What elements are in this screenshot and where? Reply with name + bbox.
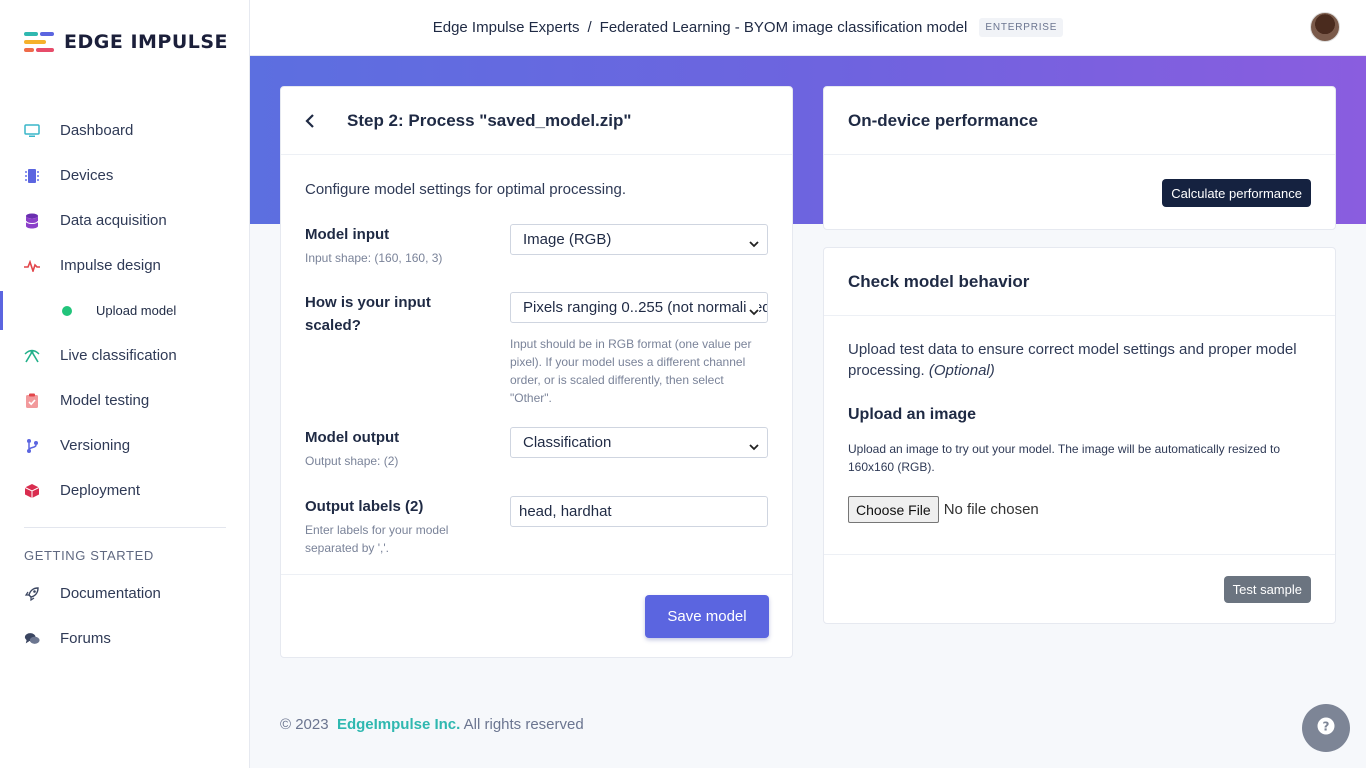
- chip-icon: [24, 168, 40, 184]
- sidebar-item-data-acquisition[interactable]: Data acquisition: [0, 198, 250, 243]
- branch-icon: [24, 438, 40, 454]
- check-desc-text: Upload test data to ensure correct model…: [848, 341, 1297, 379]
- rocket-icon: [24, 586, 40, 602]
- sidebar-nav: Dashboard Devices Data acquisition Impul…: [0, 108, 250, 661]
- sidebar-item-deployment[interactable]: Deployment: [0, 468, 250, 513]
- sidebar-item-model-testing[interactable]: Model testing: [0, 378, 250, 423]
- top-bar: Edge Impulse Experts / Federated Learnin…: [250, 0, 1366, 56]
- model-input-sublabel: Input shape: (160, 160, 3): [305, 251, 443, 265]
- sidebar-item-label: Model testing: [60, 392, 150, 409]
- model-output-select[interactable]: Classification: [510, 427, 768, 458]
- sidebar-item-live-classification[interactable]: Live classification: [0, 333, 250, 378]
- sidebar-item-label: Live classification: [60, 347, 177, 364]
- input-scaling-row: How is your input scaled? Pixels ranging…: [305, 291, 769, 405]
- section-title-getting-started: GETTING STARTED: [24, 548, 154, 563]
- chat-icon: [24, 631, 40, 647]
- avatar[interactable]: [1310, 12, 1340, 42]
- output-labels-input[interactable]: head, hardhat: [510, 496, 768, 527]
- model-input-select[interactable]: Image (RGB): [510, 224, 768, 255]
- choose-file-button[interactable]: Choose File: [848, 496, 939, 523]
- package-icon: [24, 483, 40, 499]
- footer-company-link[interactable]: EdgeImpulse Inc.: [337, 716, 460, 733]
- process-card-header: Step 2: Process "saved_model.zip": [281, 87, 792, 155]
- input-scaling-label: How is your input scaled?: [305, 294, 431, 334]
- check-card-description: Upload test data to ensure correct model…: [848, 339, 1318, 381]
- model-input-row: Model input Input shape: (160, 160, 3) I…: [305, 223, 769, 267]
- sidebar-item-dashboard[interactable]: Dashboard: [0, 108, 250, 153]
- page-footer: © 2023 EdgeImpulse Inc. All rights reser…: [280, 716, 584, 733]
- check-desc-optional: (Optional): [928, 362, 995, 379]
- sidebar-item-label: Devices: [60, 167, 114, 184]
- signal-icon: [24, 348, 40, 364]
- question-icon: ?: [1317, 717, 1335, 740]
- output-labels-label: Output labels (2): [305, 498, 424, 515]
- footer-copyright: © 2023: [280, 716, 329, 733]
- breadcrumb: Edge Impulse Experts / Federated Learnin…: [433, 18, 1064, 37]
- sidebar-item-devices[interactable]: Devices: [0, 153, 250, 198]
- chevron-down-icon: [746, 303, 759, 320]
- brand-logo[interactable]: EDGE IMPULSE: [24, 30, 228, 54]
- upload-image-description: Upload an image to try out your model. T…: [848, 442, 1280, 474]
- sidebar-item-upload-model[interactable]: Upload model: [0, 288, 250, 333]
- input-scaling-select[interactable]: Pixels ranging 0..255 (not normalized): [510, 292, 768, 323]
- model-output-label: Model output: [305, 429, 400, 446]
- sidebar-item-label: Impulse design: [60, 257, 161, 274]
- sidebar-item-forums[interactable]: Forums: [0, 616, 250, 661]
- pulse-icon: [24, 258, 40, 274]
- sidebar-item-label: Deployment: [60, 482, 141, 499]
- file-picker: Choose File No file chosen: [848, 496, 1039, 523]
- sidebar-item-label: Versioning: [60, 437, 131, 454]
- enterprise-badge: ENTERPRISE: [979, 18, 1064, 37]
- file-status-text: No file chosen: [943, 501, 1039, 518]
- breadcrumb-project[interactable]: Federated Learning - BYOM image classifi…: [600, 19, 968, 36]
- check-card-footer: Test sample: [824, 554, 1335, 624]
- sidebar-item-label: Dashboard: [60, 122, 134, 139]
- upload-image-heading: Upload an image: [848, 406, 977, 423]
- sidebar-item-documentation[interactable]: Documentation: [0, 571, 250, 616]
- monitor-icon: [24, 123, 40, 139]
- breadcrumb-org[interactable]: Edge Impulse Experts: [433, 19, 580, 36]
- process-card-title: Step 2: Process "saved_model.zip": [347, 110, 632, 130]
- chevron-down-icon: [749, 235, 759, 252]
- model-input-select-value: Image (RGB): [523, 231, 612, 248]
- sidebar: EDGE IMPULSE Dashboard Devices Data acqu…: [0, 0, 250, 768]
- model-output-sublabel: Output shape: (2): [305, 454, 399, 468]
- perf-card-title: On-device performance: [824, 87, 1335, 155]
- save-model-button[interactable]: Save model: [645, 595, 769, 638]
- output-labels-row: Output labels (2) Enter labels for your …: [305, 495, 769, 557]
- calculate-performance-button[interactable]: Calculate performance: [1162, 179, 1311, 207]
- database-icon: [24, 213, 40, 229]
- sidebar-item-label: Upload model: [96, 303, 177, 318]
- input-scaling-select-value: Pixels ranging 0..255 (not normalized): [523, 299, 768, 316]
- output-labels-sublabel: Enter labels for your model separated by…: [305, 523, 449, 555]
- model-output-row: Model output Output shape: (2) Classific…: [305, 426, 769, 470]
- model-output-select-value: Classification: [523, 434, 612, 451]
- help-button[interactable]: ?: [1302, 704, 1350, 752]
- clipboard-check-icon: [24, 393, 40, 409]
- input-scaling-hint: Input should be in RGB format (one value…: [510, 337, 752, 405]
- footer-rights: All rights reserved: [463, 716, 584, 733]
- check-model-behavior-card: Check model behavior Upload test data to…: [823, 247, 1336, 624]
- chevron-left-icon[interactable]: [305, 113, 323, 129]
- process-model-card: Step 2: Process "saved_model.zip" Config…: [280, 86, 793, 658]
- test-sample-button[interactable]: Test sample: [1223, 576, 1311, 603]
- sidebar-item-label: Documentation: [60, 585, 161, 602]
- check-card-title: Check model behavior: [824, 248, 1335, 316]
- process-card-footer: Save model: [281, 574, 792, 658]
- sidebar-item-versioning[interactable]: Versioning: [0, 423, 250, 468]
- sidebar-item-label: Forums: [60, 630, 111, 647]
- model-input-label: Model input: [305, 226, 390, 243]
- chevron-down-icon: [749, 438, 759, 455]
- logo-icon: [24, 30, 56, 54]
- process-intro-text: Configure model settings for optimal pro…: [305, 181, 626, 198]
- active-dot-icon: [62, 305, 72, 316]
- brand-name: EDGE IMPULSE: [64, 31, 229, 53]
- breadcrumb-separator: /: [587, 19, 592, 36]
- svg-text:?: ?: [1323, 719, 1330, 733]
- sidebar-item-impulse-design[interactable]: Impulse design: [0, 243, 250, 288]
- on-device-performance-card: On-device performance Calculate performa…: [823, 86, 1336, 230]
- sidebar-item-label: Data acquisition: [60, 212, 167, 229]
